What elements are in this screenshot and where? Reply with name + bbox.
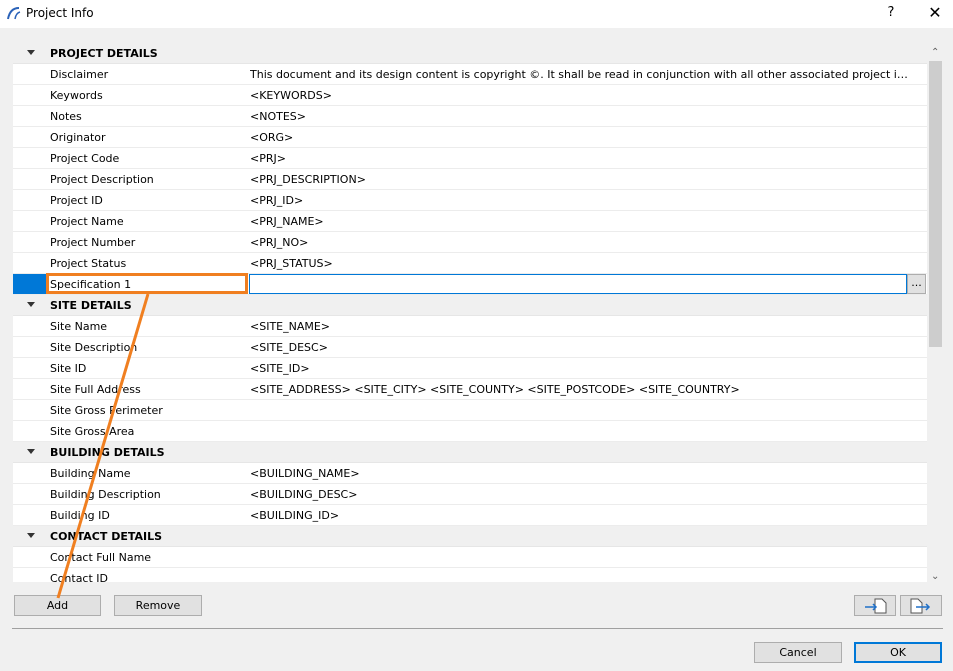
scroll-up-icon[interactable]: ⌃ bbox=[931, 47, 939, 58]
property-name: Site Gross Area bbox=[50, 425, 135, 438]
property-value[interactable]: <BUILDING_DESC> bbox=[250, 488, 910, 501]
property-name: Site ID bbox=[50, 362, 87, 375]
footer-separator bbox=[12, 628, 943, 629]
scroll-down-icon[interactable]: ⌄ bbox=[931, 571, 939, 582]
property-name: Project Status bbox=[50, 257, 127, 270]
collapse-chevron-icon[interactable] bbox=[27, 50, 35, 55]
browse-button[interactable]: ... bbox=[907, 274, 926, 294]
property-value[interactable]: <SITE_ID> bbox=[250, 362, 910, 375]
property-row[interactable]: Site Name <SITE_NAME> bbox=[13, 316, 927, 337]
property-row[interactable]: Contact ID bbox=[13, 568, 927, 583]
property-value[interactable]: This document and its design content is … bbox=[250, 68, 910, 81]
property-row[interactable]: Building ID <BUILDING_ID> bbox=[13, 505, 927, 526]
property-name: Site Name bbox=[50, 320, 108, 333]
title-bar: Project Info ? ✕ bbox=[0, 0, 953, 28]
property-value[interactable]: <SITE_ADDRESS> <SITE_CITY> <SITE_COUNTY>… bbox=[250, 383, 910, 396]
category-header[interactable]: CONTACT DETAILS bbox=[13, 526, 927, 547]
property-name: Building Description bbox=[50, 488, 161, 501]
property-value[interactable]: <BUILDING_ID> bbox=[250, 509, 910, 522]
property-row[interactable]: Notes <NOTES> bbox=[13, 106, 927, 127]
import-button[interactable] bbox=[854, 595, 896, 616]
property-name: Keywords bbox=[50, 89, 103, 102]
collapse-chevron-icon[interactable] bbox=[27, 449, 35, 454]
property-row[interactable]: Project Code <PRJ> bbox=[13, 148, 927, 169]
export-icon bbox=[910, 598, 931, 614]
property-row[interactable]: Building Description <BUILDING_DESC> bbox=[13, 484, 927, 505]
property-row[interactable]: Project ID <PRJ_ID> bbox=[13, 190, 927, 211]
property-name: Notes bbox=[50, 110, 82, 123]
property-name: Project Description bbox=[50, 173, 154, 186]
collapse-chevron-icon[interactable] bbox=[27, 533, 35, 538]
category-label: BUILDING DETAILS bbox=[50, 446, 165, 459]
category-header[interactable]: BUILDING DETAILS bbox=[13, 442, 927, 463]
category-label: PROJECT DETAILS bbox=[50, 47, 158, 60]
property-name: Contact ID bbox=[50, 572, 109, 583]
property-name: Specification 1 bbox=[50, 278, 132, 291]
property-grid-rows: PROJECT DETAILS Disclaimer This document a… bbox=[13, 43, 927, 583]
ok-button[interactable]: OK bbox=[854, 642, 942, 663]
property-name: Building ID bbox=[50, 509, 110, 522]
property-name: Site Gross Perimeter bbox=[50, 404, 163, 417]
property-row[interactable]: Project Status <PRJ_STATUS> bbox=[13, 253, 927, 274]
property-value[interactable]: <PRJ_NO> bbox=[250, 236, 910, 249]
property-name: Originator bbox=[50, 131, 106, 144]
property-row[interactable]: Site ID <SITE_ID> bbox=[13, 358, 927, 379]
add-button[interactable]: Add bbox=[14, 595, 101, 616]
property-name: Project Code bbox=[50, 152, 120, 165]
value-edit-field[interactable] bbox=[249, 274, 907, 294]
property-value[interactable]: <SITE_NAME> bbox=[250, 320, 910, 333]
property-name: Project ID bbox=[50, 194, 103, 207]
property-row[interactable]: Keywords <KEYWORDS> bbox=[13, 85, 927, 106]
property-name: Project Number bbox=[50, 236, 136, 249]
property-name: Site Description bbox=[50, 341, 138, 354]
property-value[interactable]: <ORG> bbox=[250, 131, 910, 144]
property-row[interactable]: Site Description <SITE_DESC> bbox=[13, 337, 927, 358]
category-header[interactable]: PROJECT DETAILS bbox=[13, 43, 927, 64]
property-value[interactable]: <PRJ_ID> bbox=[250, 194, 910, 207]
collapse-chevron-icon[interactable] bbox=[27, 302, 35, 307]
property-row[interactable]: Disclaimer This document and its design c… bbox=[13, 64, 927, 85]
window-title: Project Info bbox=[26, 6, 94, 20]
property-row[interactable]: Site Full Address <SITE_ADDRESS> <SITE_CI… bbox=[13, 379, 927, 400]
vertical-scrollbar[interactable]: ⌃ ⌄ bbox=[927, 43, 942, 582]
property-value[interactable]: <KEYWORDS> bbox=[250, 89, 910, 102]
property-name: Building Name bbox=[50, 467, 131, 480]
property-name: Disclaimer bbox=[50, 68, 109, 81]
property-row[interactable]: ... Specification 1 bbox=[13, 274, 927, 295]
property-grid: PROJECT DETAILS Disclaimer This document a… bbox=[12, 42, 943, 583]
property-row[interactable]: Building Name <BUILDING_NAME> bbox=[13, 463, 927, 484]
property-name: Contact Full Name bbox=[50, 551, 152, 564]
property-name: Site Full Address bbox=[50, 383, 141, 396]
category-header[interactable]: SITE DETAILS bbox=[13, 295, 927, 316]
property-row[interactable]: Project Number <PRJ_NO> bbox=[13, 232, 927, 253]
scroll-thumb[interactable] bbox=[929, 61, 942, 347]
close-button[interactable]: ✕ bbox=[924, 3, 946, 23]
property-name: Project Name bbox=[50, 215, 124, 228]
property-row[interactable]: Site Gross Perimeter bbox=[13, 400, 927, 421]
property-value[interactable]: <PRJ_NAME> bbox=[250, 215, 910, 228]
property-value[interactable]: <BUILDING_NAME> bbox=[250, 467, 910, 480]
property-row[interactable]: Originator <ORG> bbox=[13, 127, 927, 148]
property-value[interactable]: <PRJ> bbox=[250, 152, 910, 165]
property-row[interactable]: Project Name <PRJ_NAME> bbox=[13, 211, 927, 232]
category-label: CONTACT DETAILS bbox=[50, 530, 163, 543]
selection-marker bbox=[13, 274, 47, 294]
app-logo-icon bbox=[7, 7, 21, 20]
export-button[interactable] bbox=[900, 595, 942, 616]
property-row[interactable]: Contact Full Name bbox=[13, 547, 927, 568]
property-value[interactable]: <NOTES> bbox=[250, 110, 910, 123]
import-icon bbox=[865, 598, 887, 614]
help-button[interactable]: ? bbox=[880, 3, 902, 23]
category-label: SITE DETAILS bbox=[50, 299, 132, 312]
property-value[interactable]: <SITE_DESC> bbox=[250, 341, 910, 354]
property-row[interactable]: Site Gross Area bbox=[13, 421, 927, 442]
property-row[interactable]: Project Description <PRJ_DESCRIPTION> bbox=[13, 169, 927, 190]
property-value[interactable]: <PRJ_STATUS> bbox=[250, 257, 910, 270]
remove-button[interactable]: Remove bbox=[114, 595, 202, 616]
property-value[interactable]: <PRJ_DESCRIPTION> bbox=[250, 173, 910, 186]
cancel-button[interactable]: Cancel bbox=[754, 642, 842, 663]
